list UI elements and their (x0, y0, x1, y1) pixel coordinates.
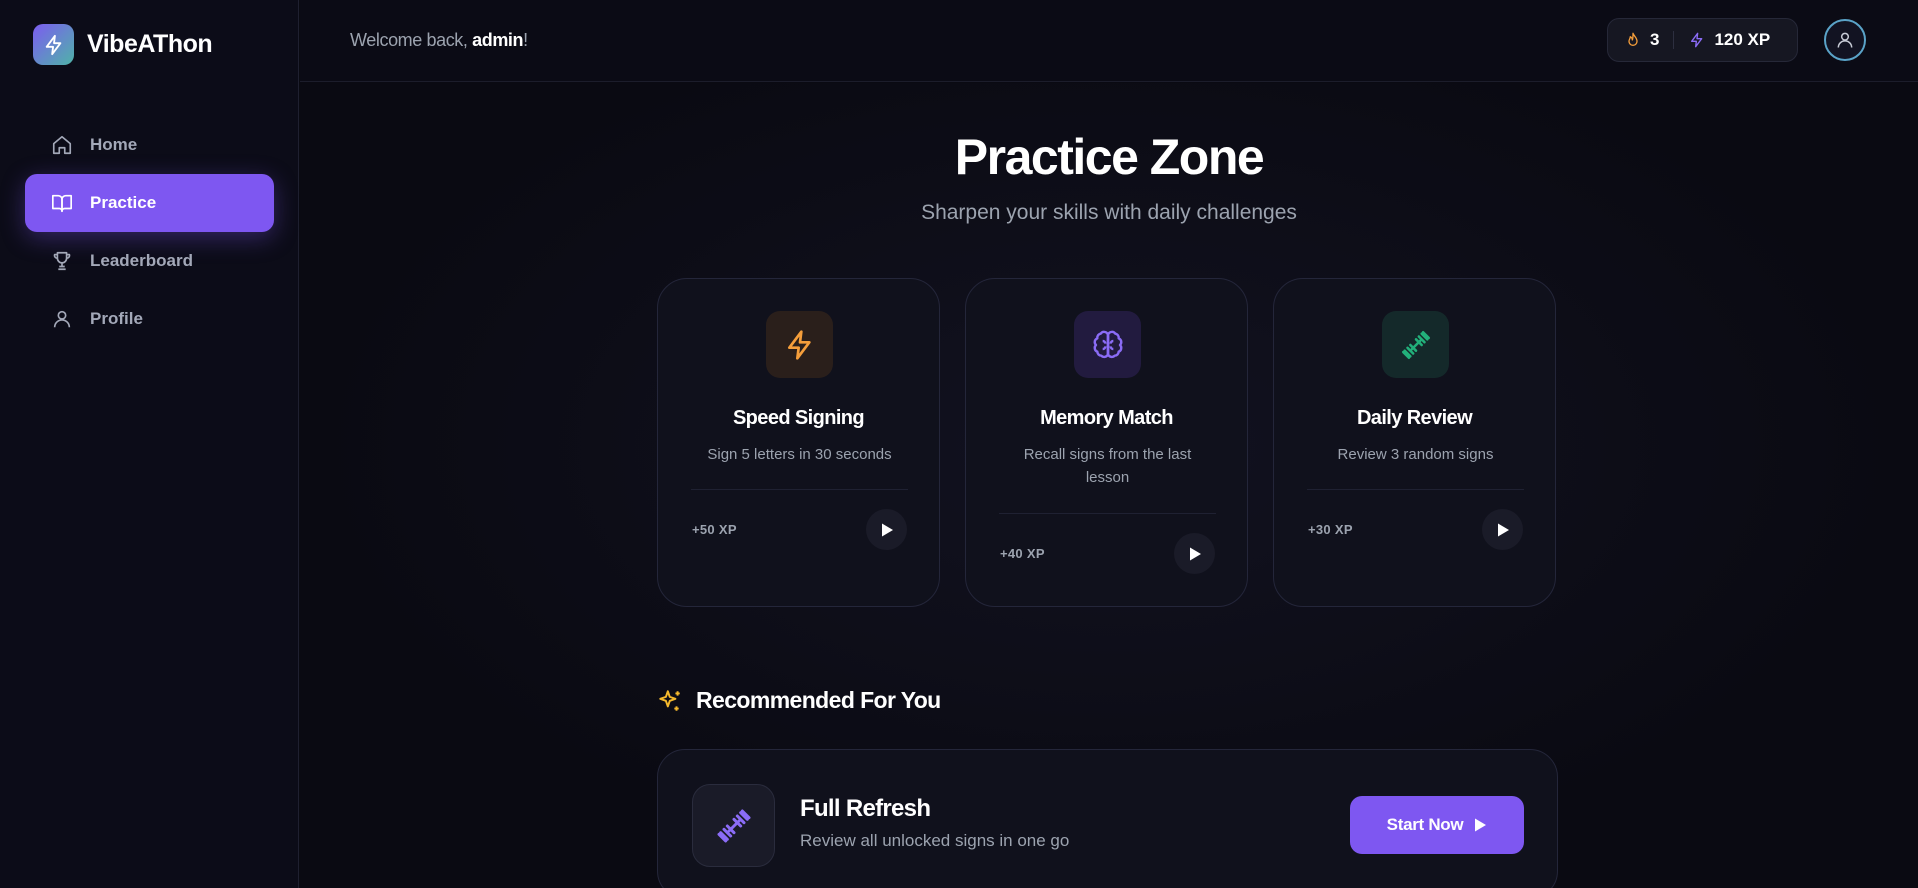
sidebar-nav: Home Practice Leaderboard Profile (25, 116, 274, 348)
practice-cards: Speed Signing Sign 5 letters in 30 secon… (657, 278, 1556, 607)
streak-value: 3 (1650, 30, 1660, 49)
stats-divider (1673, 31, 1675, 49)
lightning-icon (766, 311, 833, 378)
flame-icon (1624, 31, 1642, 49)
home-icon (49, 132, 75, 158)
xp-counter: 120 XP (1688, 30, 1770, 50)
card-xp: +50 XP (692, 522, 737, 537)
brand-logo-icon (33, 24, 74, 65)
practice-card-speed-signing[interactable]: Speed Signing Sign 5 letters in 30 secon… (657, 278, 940, 607)
play-button[interactable] (866, 509, 907, 550)
streak-counter: 3 (1624, 30, 1659, 50)
sidebar-item-leaderboard[interactable]: Leaderboard (25, 232, 274, 290)
card-description: Sign 5 letters in 30 seconds (707, 446, 892, 463)
dumbbell-icon (692, 784, 775, 867)
start-now-label: Start Now (1386, 815, 1464, 834)
card-title: Speed Signing (732, 407, 865, 429)
sidebar-item-practice[interactable]: Practice (25, 174, 274, 232)
lightning-icon (1688, 31, 1706, 49)
sparkles-icon (657, 688, 683, 714)
username: admin (472, 30, 524, 50)
card-xp: +30 XP (1308, 522, 1353, 537)
play-icon (1189, 547, 1201, 560)
brand[interactable]: VibeAThon (33, 24, 213, 65)
sidebar-item-label: Practice (90, 193, 157, 212)
recommended-heading: Recommended For You (657, 687, 941, 714)
recommended-card-title: Full Refresh (800, 795, 931, 822)
card-description: Review 3 random signs (1337, 446, 1494, 463)
play-icon (1473, 817, 1487, 833)
brain-icon (1074, 311, 1141, 378)
play-icon (1497, 523, 1509, 536)
card-divider (691, 489, 908, 490)
user-icon (49, 306, 75, 332)
user-icon (1837, 32, 1853, 48)
card-xp: +40 XP (1000, 546, 1045, 561)
sidebar-item-home[interactable]: Home (25, 116, 274, 174)
start-now-button[interactable]: Start Now (1350, 796, 1524, 854)
card-title: Daily Review (1356, 407, 1473, 429)
card-divider (1307, 489, 1524, 490)
dumbbell-icon (1382, 311, 1449, 378)
sidebar-item-label: Home (90, 135, 138, 154)
trophy-icon (49, 248, 75, 274)
xp-value: 120 XP (1714, 30, 1771, 49)
play-icon (881, 523, 893, 536)
page-subtitle: Sharpen your skills with daily challenge… (921, 201, 1297, 224)
recommended-card[interactable]: Full Refresh Review all unlocked signs i… (657, 749, 1558, 888)
sidebar-item-profile[interactable]: Profile (25, 290, 274, 348)
page-title: Practice Zone (954, 129, 1265, 185)
play-button[interactable] (1482, 509, 1523, 550)
welcome-message: Welcome back, admin! (350, 30, 528, 51)
main-content: Practice Zone Sharpen your skills with d… (300, 83, 1918, 888)
card-divider (999, 513, 1216, 514)
card-title: Memory Match (1040, 407, 1173, 429)
avatar-button[interactable] (1824, 19, 1866, 61)
sidebar: VibeAThon Home Practice Leaderboard Prof… (0, 0, 299, 888)
play-button[interactable] (1174, 533, 1215, 574)
welcome-prefix: Welcome back, (350, 30, 473, 50)
practice-card-daily-review[interactable]: Daily Review Review 3 random signs +30 X… (1273, 278, 1556, 607)
recommended-card-description: Review all unlocked signs in one go (800, 831, 1070, 850)
sidebar-item-label: Leaderboard (90, 251, 193, 270)
stats-pill: 3 120 XP (1607, 18, 1798, 62)
brand-name: VibeAThon (87, 30, 213, 58)
practice-card-memory-match[interactable]: Memory Match Recall signs from the last … (965, 278, 1248, 607)
book-open-icon (49, 190, 75, 216)
welcome-suffix: ! (523, 30, 528, 50)
sidebar-item-label: Profile (90, 309, 143, 328)
card-description: Recall signs from the last lesson (1023, 446, 1192, 486)
recommended-title: Recommended For You (696, 687, 941, 713)
top-bar: Welcome back, admin! 3 120 XP (300, 0, 1918, 82)
